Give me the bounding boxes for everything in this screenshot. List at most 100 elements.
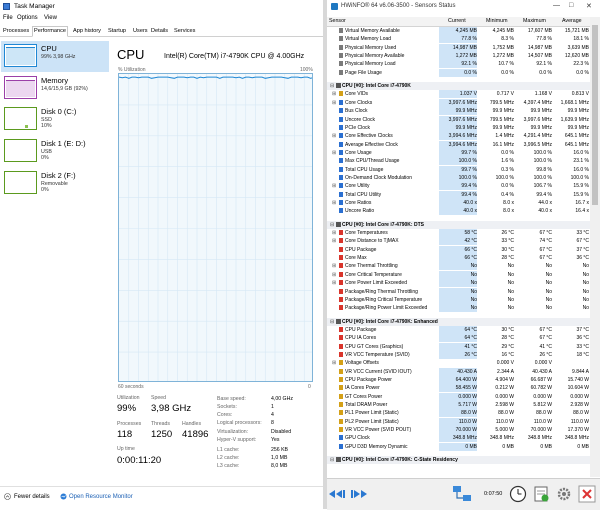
sensor-row[interactable]: ⊞ Core Power Limit Exceeded No No No No bbox=[327, 279, 590, 288]
sensor-row[interactable]: CPU Package Power 64.400 W 4.904 W 66.687 W… bbox=[327, 376, 590, 384]
resource-memory[interactable]: Memory 14,6/15,9 GB (92%) bbox=[1, 73, 109, 104]
tab-app-history[interactable]: App history bbox=[73, 28, 101, 34]
sensor-row[interactable]: Physical Memory Used 14,987 MB 1,752 MB 14,… bbox=[327, 43, 590, 52]
sensor-section-header[interactable]: ⊟ CPU [#0]: Intel Core i7-4790K: Enhanced bbox=[327, 317, 590, 326]
menu-view[interactable]: View bbox=[44, 15, 57, 21]
close-sensors-icon[interactable] bbox=[578, 485, 596, 503]
tab-processes[interactable]: Processes bbox=[3, 28, 29, 34]
sensor-section-header[interactable]: ⊟ CPU [#0]: Intel Core i7-4790K: C-State … bbox=[327, 456, 590, 465]
add-report-icon[interactable] bbox=[532, 485, 550, 503]
sensor-row[interactable]: IA Cores Power 58.455 W 0.212 W 60.782 W 10.… bbox=[327, 384, 590, 393]
fewer-details-link[interactable]: Fewer details bbox=[14, 494, 50, 500]
expand-icon[interactable]: ⊞ bbox=[332, 262, 336, 270]
expand-icon[interactable]: ⊞ bbox=[332, 149, 336, 157]
sensor-row[interactable]: GT Cores Power 0.000 W 0.000 W 0.000 W 0.000… bbox=[327, 392, 590, 401]
tab-services[interactable]: Services bbox=[174, 28, 195, 34]
sensor-row[interactable]: Virtual Memory Load 77.8 % 8.3 % 77.8 % 18.1… bbox=[327, 35, 590, 44]
tab-details[interactable]: Details bbox=[151, 28, 168, 34]
collapse-icon[interactable]: ⊟ bbox=[330, 222, 334, 228]
collapse-icon[interactable]: ⊟ bbox=[330, 319, 334, 325]
sensor-row[interactable]: Physical Memory Load 92.1 % 10.7 % 92.1 % 22… bbox=[327, 60, 590, 69]
sensor-row[interactable]: Page File Usage 0.0 % 0.0 % 0.0 % 0.0 % bbox=[327, 68, 590, 77]
expand-icon[interactable]: ⊞ bbox=[332, 229, 336, 237]
tab-performance[interactable]: Performance bbox=[32, 26, 69, 37]
resource-disk-2[interactable]: Disk 2 (F:) Removable 0% bbox=[1, 168, 109, 199]
sensor-row[interactable]: Package/Ring Critical Temperature No No No N… bbox=[327, 295, 590, 304]
open-resource-monitor-link[interactable]: Open Resource Monitor bbox=[69, 494, 133, 500]
expand-icon[interactable]: ⊞ bbox=[332, 182, 336, 190]
sensor-row[interactable]: ⊞ Voltage Offsets 0.000 V 0.000 V bbox=[327, 359, 590, 367]
sensor-section-header[interactable]: ⊟ CPU [#0]: Intel Core i7-4790K: DTS bbox=[327, 220, 590, 229]
sensor-row[interactable]: Total DRAM Power 5.717 W 2.598 W 5.812 W 2.9… bbox=[327, 401, 590, 410]
sensor-row[interactable]: ⊞ Core Distance to TjMAX 42 °C 33 °C 74 °C 67… bbox=[327, 237, 590, 246]
expand-icon[interactable]: ⊞ bbox=[332, 99, 336, 107]
vertical-scrollbar[interactable] bbox=[590, 17, 600, 477]
minimize-icon[interactable]: — bbox=[553, 2, 560, 9]
sensor-row[interactable]: GPU D3D Memory Dynamic 0 MB 0 MB 0 MB 0 MB bbox=[327, 442, 590, 451]
collapse-icon[interactable]: ⊟ bbox=[330, 457, 334, 463]
sensor-row[interactable]: ⊞ Core VIDs 1.037 V 0.717 V 1.168 V 0.813 V bbox=[327, 90, 590, 99]
tab-startup[interactable]: Startup bbox=[108, 28, 126, 34]
sensor-row[interactable]: ⊞ Core Utility 99.4 % 0.0 % 106.7 % 15.9 % bbox=[327, 182, 590, 191]
sensor-row[interactable]: GPU Clock 348.8 MHz 348.8 MHz 348.8 MHz 348.… bbox=[327, 434, 590, 443]
network-icon[interactable] bbox=[451, 484, 473, 504]
column-header-minimum[interactable]: Minimum bbox=[486, 18, 507, 24]
sensor-row[interactable]: CPU Package 64 °C 30 °C 67 °C 37 °C bbox=[327, 325, 590, 334]
sensor-row[interactable]: Uncore Clock 3,997.6 MHz 799.5 MHz 3,997.6 … bbox=[327, 115, 590, 124]
column-header-current[interactable]: Current bbox=[448, 18, 466, 24]
sensor-row[interactable]: Core Max 66 °C 28 °C 67 °C 36 °C bbox=[327, 254, 590, 263]
collapse-icon[interactable]: ⊟ bbox=[330, 83, 334, 89]
sensor-row[interactable]: CPU Package 66 °C 30 °C 67 °C 37 °C bbox=[327, 245, 590, 254]
sensor-row[interactable]: ⊞ Core Thermal Throttling No No No No bbox=[327, 262, 590, 271]
scrollbar-thumb[interactable] bbox=[592, 25, 598, 205]
sensor-row[interactable]: Total CPU Utility 99.4 % 0.4 % 99.4 % 15.9 % bbox=[327, 190, 590, 199]
resource-disk-0[interactable]: Disk 0 (C:) SSD 10% bbox=[1, 104, 109, 135]
sensor-row[interactable]: PL1 Power Limit (Static) 88.0 W 88.0 W 88.0… bbox=[327, 409, 590, 418]
sensor-row[interactable]: ⊞ Core Effective Clocks 3,994.6 MHz 1.4 MHz… bbox=[327, 132, 590, 141]
sensor-row[interactable]: PCIe Clock 99.9 MHz 99.9 MHz 99.9 MHz 99.9 M… bbox=[327, 123, 590, 132]
sensor-row[interactable]: Virtual Memory Available 4,245 MB 4,245 MB… bbox=[327, 27, 590, 35]
menu-options[interactable]: Options bbox=[17, 15, 38, 21]
sensor-row[interactable]: VR VCC Power (SVID POUT) 70.000 W 5.000 W 7… bbox=[327, 426, 590, 435]
resource-disk-1[interactable]: Disk 1 (E: D:) USB 0% bbox=[1, 136, 109, 167]
settings-icon[interactable] bbox=[555, 485, 573, 503]
sensor-row[interactable]: Uncore Ratio 40.0 x 8.0 x 40.0 x 16.4 x bbox=[327, 207, 590, 216]
chevron-up-icon[interactable] bbox=[4, 493, 11, 500]
menu-file[interactable]: File bbox=[3, 15, 13, 21]
sensor-row[interactable]: Physical Memory Available 1,272 MB 1,272 M… bbox=[327, 52, 590, 61]
sensor-row[interactable]: CPU GT Cores (Graphics) 41 °C 29 °C 41 °C 33… bbox=[327, 342, 590, 351]
sensor-row[interactable]: On-Demand Clock Modulation 100.0 % 100.0 %… bbox=[327, 173, 590, 182]
tab-users[interactable]: Users bbox=[133, 28, 148, 34]
resource-cpu[interactable]: CPU 99% 3,98 GHz bbox=[1, 41, 109, 72]
sensor-row[interactable]: Package/Ring Thermal Throttling No No No No bbox=[327, 287, 590, 296]
sensor-row[interactable]: ⊞ Core Critical Temperature No No No No bbox=[327, 270, 590, 279]
expand-icon[interactable]: ⊞ bbox=[332, 132, 336, 140]
sensor-row[interactable]: ⊞ Core Usage 99.7 % 0.0 % 100.0 % 16.0 % bbox=[327, 148, 590, 157]
expand-icon[interactable]: ⊞ bbox=[332, 199, 336, 207]
sensor-row[interactable]: PL2 Power Limit (Static) 110.0 W 110.0 W 11… bbox=[327, 417, 590, 426]
column-header-average[interactable]: Average bbox=[562, 18, 582, 24]
close-icon[interactable]: ✕ bbox=[586, 2, 592, 10]
sensor-row[interactable]: Package/Ring Power Limit Exceeded No No No N… bbox=[327, 304, 590, 313]
expand-icon[interactable]: ⊞ bbox=[332, 279, 336, 287]
collapse-left-icon[interactable] bbox=[329, 489, 347, 499]
sensor-section-header[interactable]: ⊟ CPU [#0]: Intel Core i7-4790K bbox=[327, 82, 590, 91]
expand-icon[interactable]: ⊞ bbox=[332, 359, 336, 367]
expand-right-icon[interactable] bbox=[349, 489, 367, 499]
sensor-row[interactable]: CPU IA Cores 64 °C 28 °C 67 °C 36 °C bbox=[327, 334, 590, 343]
sensor-row[interactable]: Average Effective Clock 3,994.6 MHz 16.1 M… bbox=[327, 140, 590, 149]
maximize-icon[interactable]: □ bbox=[569, 2, 573, 9]
sensor-row[interactable]: ⊞ Core Ratios 40.0 x 8.0 x 44.0 x 16.7 x bbox=[327, 199, 590, 207]
expand-icon[interactable]: ⊞ bbox=[332, 237, 336, 245]
sensor-row[interactable]: ⊞ Core Clocks 3,997.6 MHz 799.5 MHz 4,397.4 … bbox=[327, 98, 590, 107]
column-header-sensor[interactable]: Sensor bbox=[329, 18, 346, 24]
sensor-row[interactable]: VR VCC Current (SVID IOUT) 40.430 A 2.344 … bbox=[327, 367, 590, 376]
sensor-row[interactable]: Bus Clock 99.9 MHz 99.9 MHz 99.9 MHz 99.9 MH… bbox=[327, 107, 590, 116]
expand-icon[interactable]: ⊞ bbox=[332, 271, 336, 279]
expand-icon[interactable]: ⊞ bbox=[332, 90, 336, 98]
sensor-row[interactable]: VR VCC Temperature (SVID) 26 °C 16 °C 26 °C… bbox=[327, 350, 590, 359]
sensor-row[interactable]: Max CPU/Thread Usage 100.0 % 1.6 % 100.0 % 2… bbox=[327, 157, 590, 166]
column-header-maximum[interactable]: Maximum bbox=[523, 18, 546, 24]
sensor-row[interactable]: Total CPU Usage 99.7 % 0.3 % 99.8 % 16.0 % bbox=[327, 165, 590, 174]
clock-icon[interactable] bbox=[509, 485, 527, 503]
